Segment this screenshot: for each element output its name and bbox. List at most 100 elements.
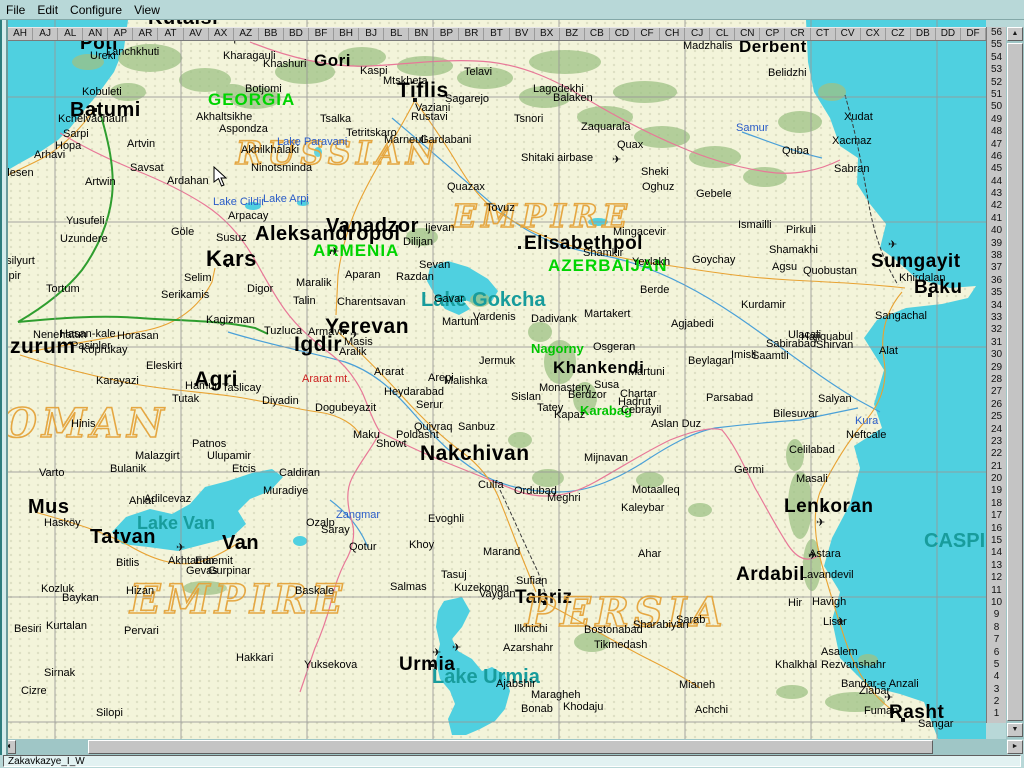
menu-edit[interactable]: Edit — [37, 3, 58, 17]
col-header-DF: DF — [961, 28, 987, 40]
scroll-up-button[interactable]: ▲ — [1007, 27, 1023, 41]
menu-file[interactable]: File — [6, 3, 25, 17]
row-header-56: 56 — [990, 27, 1003, 38]
col-header-BP: BP — [434, 28, 460, 40]
row-header-25: 25 — [990, 411, 1003, 423]
row-header-1: 1 — [993, 708, 1000, 720]
col-header-BX: BX — [535, 28, 560, 40]
row-header-47: 47 — [990, 138, 1003, 150]
col-header-AV: AV — [184, 28, 209, 40]
col-header-BL: BL — [384, 28, 410, 40]
col-header-AR: AR — [133, 28, 159, 40]
row-header-24: 24 — [990, 423, 1003, 435]
row-header-40: 40 — [990, 225, 1003, 237]
row-header-50: 50 — [990, 101, 1003, 113]
row-header-42: 42 — [990, 200, 1003, 212]
scroll-down-button[interactable]: ▼ — [1007, 723, 1023, 737]
row-header-12: 12 — [990, 572, 1003, 584]
col-header-BF: BF — [309, 28, 335, 40]
row-header-5: 5 — [993, 658, 1000, 670]
row-header-32: 32 — [990, 324, 1003, 336]
forest-areas — [72, 44, 885, 712]
row-header-28: 28 — [990, 373, 1003, 385]
row-header-17: 17 — [990, 510, 1003, 522]
row-header-20: 20 — [990, 473, 1003, 485]
col-header-BH: BH — [334, 28, 360, 40]
row-header-30: 30 — [990, 349, 1003, 361]
menu-configure[interactable]: Configure — [70, 3, 122, 17]
col-header-AZ: AZ — [234, 28, 259, 40]
row-header-19: 19 — [990, 485, 1003, 497]
row-header-55: 55 — [990, 39, 1003, 51]
row-header-33: 33 — [990, 311, 1003, 323]
row-header-18: 18 — [990, 497, 1003, 509]
column-header-row: AH AJ AL AN AP AR AT AV AX AZ BB BD BF BH BJ BL BN BP BR BT… — [8, 27, 987, 41]
row-header-36: 36 — [990, 274, 1003, 286]
vertical-scrollbar[interactable]: ▲ ▼ — [1006, 27, 1024, 739]
horizontal-scroll-thumb[interactable] — [88, 740, 933, 754]
col-header-CP: CP — [760, 28, 786, 40]
scroll-down-icon: ▼ — [1011, 726, 1019, 733]
col-header-DD: DD — [936, 28, 961, 40]
scroll-right-button[interactable]: ► — [1007, 740, 1023, 754]
col-header-CF: CF — [635, 28, 661, 40]
row-header-51: 51 — [990, 88, 1003, 100]
lake-van — [112, 469, 283, 551]
row-header-41: 41 — [990, 212, 1003, 224]
row-header-13: 13 — [990, 559, 1003, 571]
black-sea — [8, 20, 128, 170]
status-bar: Zakavkazye_I_W — [0, 755, 1024, 768]
map-canvas — [8, 20, 986, 739]
col-header-CH: CH — [660, 28, 686, 40]
row-header-29: 29 — [990, 361, 1003, 373]
row-header-9: 9 — [993, 609, 1000, 621]
col-header-CX: CX — [861, 28, 886, 40]
menu-bar: File Edit Configure View — [0, 0, 1024, 20]
col-header-BB: BB — [259, 28, 284, 40]
col-header-AX: AX — [209, 28, 234, 40]
row-header-38: 38 — [990, 250, 1003, 262]
row-header-35: 35 — [990, 287, 1003, 299]
scroll-right-icon: ► — [1011, 743, 1019, 750]
row-header-37: 37 — [990, 262, 1003, 274]
col-header-CR: CR — [785, 28, 811, 40]
row-header-39: 39 — [990, 237, 1003, 249]
row-header-34: 34 — [990, 299, 1003, 311]
menu-view[interactable]: View — [134, 3, 160, 17]
row-header-49: 49 — [990, 113, 1003, 125]
row-header-11: 11 — [991, 584, 1002, 596]
lake-sevan — [427, 261, 498, 315]
col-header-CN: CN — [735, 28, 761, 40]
lake-urmia — [436, 597, 510, 735]
col-header-CL: CL — [710, 28, 736, 40]
row-header-26: 26 — [990, 398, 1003, 410]
col-header-AH: AH — [8, 28, 34, 40]
col-header-CT: CT — [811, 28, 836, 40]
col-header-CD: CD — [610, 28, 635, 40]
status-field: Zakavkazye_I_W — [3, 755, 1021, 767]
vertical-scroll-thumb[interactable] — [1007, 43, 1023, 721]
col-header-AP: AP — [108, 28, 134, 40]
caspian-sea — [806, 20, 986, 739]
horizontal-scrollbar[interactable]: ◄ — [0, 739, 1007, 755]
row-header-53: 53 — [990, 64, 1003, 76]
row-header-45: 45 — [990, 163, 1003, 175]
col-header-BT: BT — [484, 28, 510, 40]
country-borders — [59, 41, 841, 693]
row-header-4: 4 — [993, 671, 1000, 683]
city-dots — [36, 98, 932, 722]
col-header-BZ: BZ — [560, 28, 585, 40]
row-header-46: 46 — [990, 150, 1003, 162]
row-header-31: 31 — [990, 336, 1003, 348]
col-header-BN: BN — [409, 28, 435, 40]
row-header-44: 44 — [990, 175, 1003, 187]
col-header-BJ: BJ — [359, 28, 385, 40]
col-header-AN: AN — [83, 28, 109, 40]
col-header-BV: BV — [510, 28, 535, 40]
row-header-column: 56 55 54 53 52 51 50 49 48 47 46 45 44 43 42 41 40 39 38 37… — [986, 27, 1006, 723]
col-header-BR: BR — [459, 28, 485, 40]
scroll-up-icon: ▲ — [1011, 30, 1019, 37]
row-header-21: 21 — [990, 460, 1003, 472]
row-header-14: 14 — [990, 547, 1003, 559]
row-header-3: 3 — [993, 683, 1000, 695]
